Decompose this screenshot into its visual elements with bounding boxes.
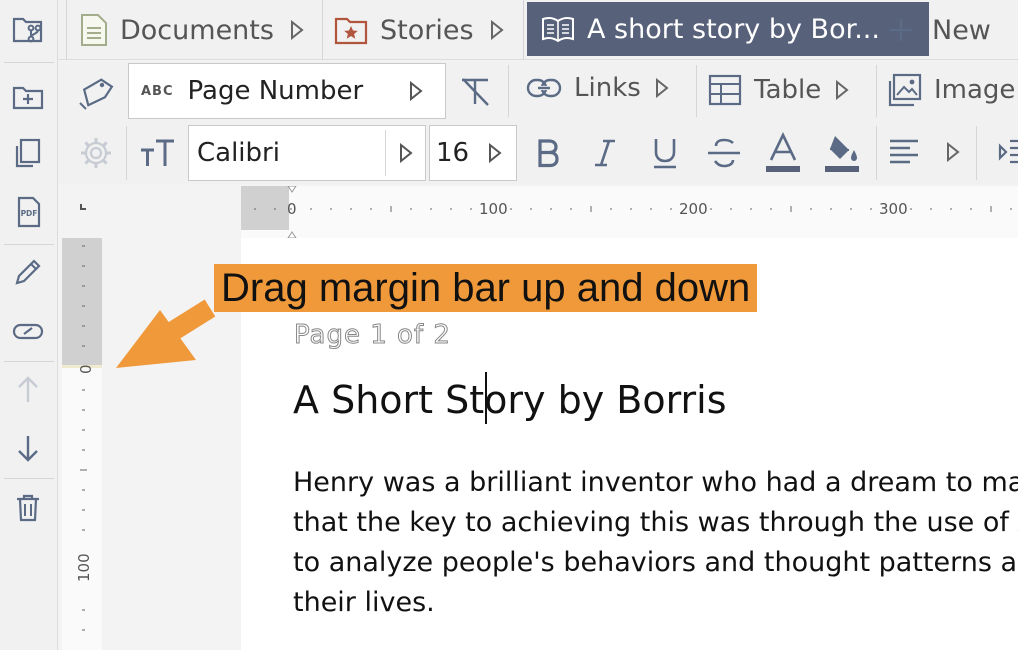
rename-field-icon[interactable] <box>6 309 50 353</box>
link-icon <box>526 78 562 98</box>
tab-active-label: A short story by Bor... <box>587 13 880 45</box>
bold-icon <box>538 139 559 168</box>
chevron-right-icon <box>400 143 413 163</box>
move-up-icon[interactable] <box>6 368 50 412</box>
table-button[interactable]: Table <box>708 73 849 107</box>
bold-button[interactable] <box>536 136 560 170</box>
story-folder-icon <box>334 17 368 45</box>
ruler-label-h: 100 <box>479 200 508 218</box>
chevron-right-icon <box>410 81 423 101</box>
callout-arrow-icon <box>116 299 216 368</box>
tab-bar: Documents Stories A short story by Bor..… <box>58 0 1018 60</box>
insert-toolbar: ABC Page Number Links Table Image <box>58 61 1018 122</box>
ruler-label-h: 0 <box>287 200 297 218</box>
paint-bucket-icon <box>825 136 859 172</box>
svg-text:PDF: PDF <box>21 209 38 218</box>
field-tag-icon[interactable] <box>78 73 116 111</box>
fill-color-button[interactable] <box>823 132 861 174</box>
image-icon <box>888 73 922 107</box>
tab-stories[interactable]: Stories <box>334 0 504 60</box>
text-cursor <box>485 372 487 424</box>
chevron-right-icon <box>655 78 669 98</box>
indent-icon <box>998 139 1018 164</box>
font-size-select[interactable]: 16 <box>429 125 517 181</box>
font-family-select[interactable]: Calibri <box>188 125 426 181</box>
italic-button[interactable] <box>593 136 617 170</box>
chevron-right-icon <box>489 143 502 163</box>
chevron-right-icon <box>490 20 504 40</box>
format-toolbar: Calibri 16 <box>58 122 1018 184</box>
move-down-icon[interactable] <box>6 426 50 470</box>
ruler-corner <box>80 204 86 210</box>
page-number-field[interactable]: Page 1 of 2 <box>294 320 451 351</box>
copy-document-icon[interactable] <box>6 131 50 175</box>
ruler-label-h: 200 <box>679 200 708 218</box>
field-type-value: Page Number <box>187 76 364 106</box>
font-color-icon <box>766 132 800 172</box>
strikethrough-icon <box>708 138 740 168</box>
paragraph-line[interactable]: that the key to achieving this was throu… <box>293 507 1018 538</box>
paragraph-line[interactable]: Henry was a brilliant inventor who had a… <box>293 467 1018 498</box>
trash-icon[interactable] <box>6 486 50 530</box>
new-folder-icon[interactable] <box>6 75 50 119</box>
indent-button[interactable] <box>998 137 1018 169</box>
tab-documents-label: Documents <box>120 14 274 46</box>
italic-icon <box>595 139 615 167</box>
image-label: Image <box>934 75 1016 105</box>
folder-branch-icon[interactable] <box>6 8 50 52</box>
font-color-button[interactable] <box>765 132 801 174</box>
ruler-ticks-vertical <box>62 245 102 631</box>
clear-format-icon <box>462 78 489 106</box>
align-left-button[interactable] <box>888 137 920 169</box>
strikethrough-button[interactable] <box>706 136 742 170</box>
chevron-right-icon <box>836 80 849 100</box>
image-button[interactable]: Image <box>888 73 1015 107</box>
chevron-right-icon <box>290 20 304 40</box>
align-left-icon <box>890 139 918 164</box>
plus-icon <box>890 19 912 41</box>
tab-stories-label: Stories <box>380 14 474 46</box>
ruler-label-v: 0 <box>77 364 95 374</box>
tab-active-story[interactable]: A short story by Bor... <box>527 2 929 56</box>
open-book-icon <box>542 16 574 43</box>
pdf-icon[interactable]: PDF <box>6 190 50 234</box>
font-family-value: Calibri <box>197 138 280 168</box>
document-title[interactable]: A Short Story by Borris <box>293 378 727 422</box>
underline-button[interactable] <box>651 136 679 170</box>
settings-gear-icon[interactable] <box>78 135 114 171</box>
links-label: Links <box>574 73 641 103</box>
document-icon <box>81 14 107 46</box>
left-toolbar: PDF <box>0 0 58 650</box>
font-size-value: 16 <box>436 138 470 168</box>
table-icon <box>708 74 742 106</box>
paragraph-line[interactable]: to analyze people's behaviors and though… <box>293 547 1018 578</box>
align-options-button[interactable] <box>946 142 960 162</box>
font-size-icon[interactable] <box>138 136 176 170</box>
field-type-select[interactable]: ABC Page Number <box>128 63 446 119</box>
ruler-label-v: 100 <box>75 553 93 582</box>
new-tab-label: New <box>932 14 991 46</box>
new-tab-button[interactable]: New <box>888 0 991 60</box>
tab-documents[interactable]: Documents <box>80 0 304 60</box>
callout-label: Drag margin bar up and down <box>214 264 758 312</box>
links-button[interactable]: Links <box>526 73 669 103</box>
ruler-label-h: 300 <box>879 200 908 218</box>
field-type-badge: ABC <box>141 83 174 99</box>
table-label: Table <box>754 75 822 105</box>
chevron-right-icon <box>947 142 960 162</box>
clear-formatting-button[interactable] <box>458 75 492 109</box>
paragraph-line[interactable]: their lives. <box>293 587 435 618</box>
pencil-icon[interactable] <box>6 250 50 294</box>
underline-icon <box>654 139 676 169</box>
